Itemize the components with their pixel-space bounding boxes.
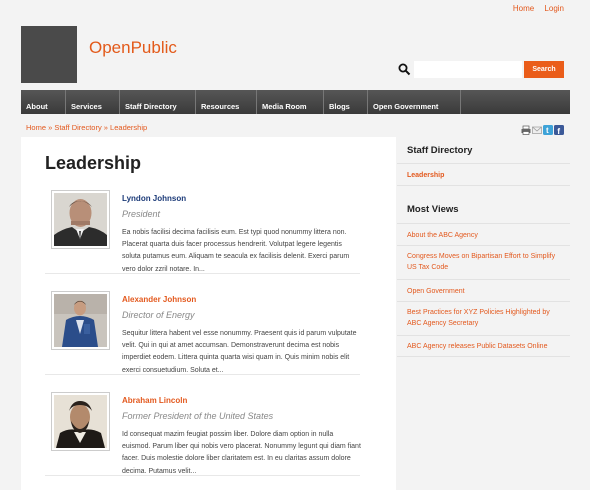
sidebar-most-views-title: Most Views <box>407 204 459 215</box>
facebook-icon[interactable]: f <box>554 122 564 136</box>
staff-name[interactable]: Alexander Johnson <box>122 295 196 304</box>
print-icon[interactable] <box>521 122 531 135</box>
staff-role: President <box>122 209 161 219</box>
nav-item-staff-directory[interactable]: Staff Directory <box>120 90 196 114</box>
nav-item-blogs[interactable]: Blogs <box>324 90 368 114</box>
main-content: Leadership Lyndon Johnson President Ea n… <box>21 137 396 490</box>
sidebar-staff-directory-title: Staff Directory <box>407 145 473 156</box>
email-icon[interactable] <box>532 122 542 134</box>
divider <box>45 374 360 375</box>
page-title: Leadership <box>45 153 142 173</box>
nav-item-resources[interactable]: Resources <box>196 90 257 114</box>
most-views-link[interactable]: ABC Agency releases Public Datasets Onli… <box>407 341 565 352</box>
most-views-link[interactable]: Open Government <box>407 286 565 297</box>
sidebar-link-leadership[interactable]: Leadership <box>407 170 565 181</box>
staff-role: Director of Energy <box>122 310 195 320</box>
staff-bio: Id consequat mazim feugiat possim liber.… <box>122 431 361 475</box>
search-input[interactable] <box>414 61 522 78</box>
divider <box>397 279 570 280</box>
divider <box>397 335 570 336</box>
nav-item-media-room[interactable]: Media Room <box>257 90 324 114</box>
divider <box>397 223 570 224</box>
staff-name[interactable]: Lyndon Johnson <box>122 194 186 203</box>
most-views-link[interactable]: Congress Moves on Bipartisan Effort to S… <box>407 251 565 273</box>
most-views-link[interactable]: Best Practices for XYZ Policies Highligh… <box>407 307 565 329</box>
svg-text:t: t <box>546 126 549 135</box>
home-link[interactable]: Home <box>513 4 534 13</box>
svg-text:f: f <box>557 126 560 135</box>
most-views-link[interactable]: About the ABC Agency <box>407 230 565 241</box>
staff-bio: Ea nobis facilisi decima facilisis eum. … <box>122 229 350 273</box>
staff-photo[interactable] <box>51 291 110 350</box>
divider <box>45 273 360 274</box>
staff-role: Former President of the United States <box>122 411 274 421</box>
sidebar: Staff Directory Leadership Most Views Ab… <box>397 137 570 490</box>
top-links: Home Login <box>505 4 564 13</box>
search-button[interactable]: Search <box>524 61 564 78</box>
divider <box>397 301 570 302</box>
staff-photo[interactable] <box>51 190 110 249</box>
search-bar: Search <box>394 61 570 78</box>
staff-name[interactable]: Abraham Lincoln <box>122 396 187 405</box>
nav-item-about[interactable]: About <box>21 90 66 114</box>
twitter-icon[interactable]: t <box>543 122 553 135</box>
divider <box>45 475 360 476</box>
site-name[interactable]: OpenPublic <box>89 38 177 58</box>
main-nav: About Services Staff Directory Resources… <box>21 90 570 114</box>
nav-item-services[interactable]: Services <box>66 90 120 114</box>
breadcrumb[interactable]: Home » Staff Directory » Leadership <box>26 123 147 132</box>
nav-item-open-government[interactable]: Open Government <box>368 90 461 114</box>
divider <box>397 356 570 357</box>
site-logo[interactable] <box>21 26 77 83</box>
divider <box>397 185 570 186</box>
divider <box>397 245 570 246</box>
login-link[interactable]: Login <box>544 4 564 13</box>
search-icon <box>398 63 411 76</box>
staff-photo[interactable] <box>51 392 110 451</box>
staff-bio: Sequitur littera habent vel esse nonummy… <box>122 330 357 374</box>
share-icons: t f <box>521 122 564 136</box>
divider <box>397 163 570 164</box>
